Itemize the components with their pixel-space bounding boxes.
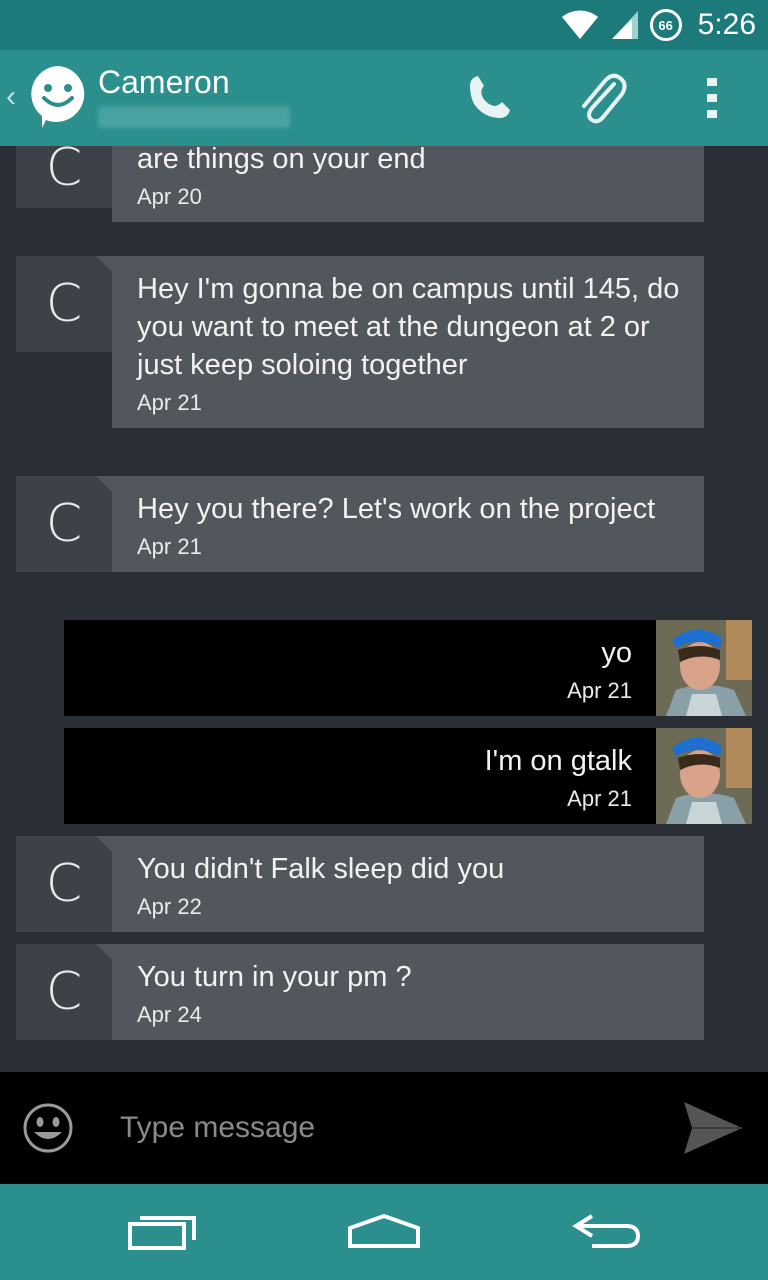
message-bubble[interactable]: yo Apr 21 <box>567 634 632 704</box>
message-bubble[interactable]: I'm on gtalk Apr 21 <box>485 742 632 812</box>
my-avatar[interactable] <box>656 620 752 716</box>
home-icon <box>348 1213 420 1248</box>
battery-icon: 66 <box>649 9 682 41</box>
message-date: Apr 20 <box>137 184 202 209</box>
message-bubble[interactable]: Hey you there? Let's work on the project… <box>96 476 704 572</box>
avatar-letter: C <box>45 854 83 914</box>
message-date: Apr 24 <box>137 1002 202 1027</box>
attach-button[interactable] <box>572 68 632 128</box>
call-button[interactable] <box>458 68 518 128</box>
contact-name[interactable]: Cameron <box>98 64 230 101</box>
send-icon[interactable] <box>676 1096 748 1160</box>
message-text: yo <box>601 637 632 669</box>
message-text: Hey I'm gonna be on campus until 145, do… <box>137 273 680 381</box>
avatar-letter: C <box>45 494 83 554</box>
message-text: You turn in your pm ? <box>137 961 412 993</box>
paperclip-icon <box>582 73 627 124</box>
action-bar: ‹ Cameron <box>0 50 768 146</box>
avatar-letter: C <box>45 962 83 1022</box>
battery-level: 66 <box>658 17 673 33</box>
message-text: Irrigation surround checking works. How … <box>137 146 426 175</box>
chevron-left-icon[interactable]: ‹ <box>6 80 16 114</box>
message-date: Apr 21 <box>567 786 632 811</box>
message-bubble[interactable]: Hey I'm gonna be on campus until 145, do… <box>96 256 704 428</box>
message-bubble[interactable]: You turn in your pm ? Apr 24 <box>96 944 704 1040</box>
message-text: Hey you there? Let's work on the project <box>137 493 656 525</box>
clock: 5:26 <box>697 8 756 41</box>
message-text: I'm on gtalk <box>484 745 632 777</box>
home-button[interactable] <box>334 1204 434 1260</box>
message-input[interactable] <box>120 1108 640 1148</box>
message-text: You didn't Falk sleep did you <box>137 853 505 885</box>
status-bar: 66 5:26 <box>0 0 768 50</box>
message-date: Apr 22 <box>137 894 202 919</box>
navigation-bar <box>0 1184 768 1280</box>
recent-apps-icon <box>128 1216 196 1250</box>
wifi-icon <box>561 10 598 40</box>
more-vertical-icon <box>707 78 717 118</box>
emoji-icon[interactable] <box>22 1102 74 1154</box>
compose-bar <box>0 1072 768 1184</box>
my-avatar[interactable] <box>656 728 752 824</box>
message-bubble[interactable]: Irrigation surround checking works. How … <box>112 146 704 222</box>
message-date: Apr 21 <box>137 534 202 559</box>
message-outgoing[interactable]: I'm on gtalk Apr 21 <box>64 728 752 824</box>
message-date: Apr 21 <box>567 678 632 703</box>
phone-icon <box>470 76 510 118</box>
overflow-menu-button[interactable] <box>682 68 742 128</box>
message-list[interactable]: C Irrigation surround checking works. Ho… <box>0 146 768 1072</box>
contact-number-blurred <box>98 106 290 128</box>
avatar-letter: C <box>45 146 83 198</box>
signal-icon <box>611 11 638 39</box>
recent-apps-button[interactable] <box>112 1204 212 1260</box>
back-button[interactable] <box>556 1204 656 1260</box>
avatar-letter: C <box>45 274 83 334</box>
contact-avatar[interactable]: C <box>16 146 112 208</box>
message-outgoing[interactable]: yo Apr 21 <box>64 620 752 716</box>
message-date: Apr 21 <box>137 390 202 415</box>
message-bubble[interactable]: You didn't Falk sleep did you Apr 22 <box>96 836 704 932</box>
smiley-chat-icon[interactable] <box>28 64 88 130</box>
back-icon <box>572 1214 641 1248</box>
